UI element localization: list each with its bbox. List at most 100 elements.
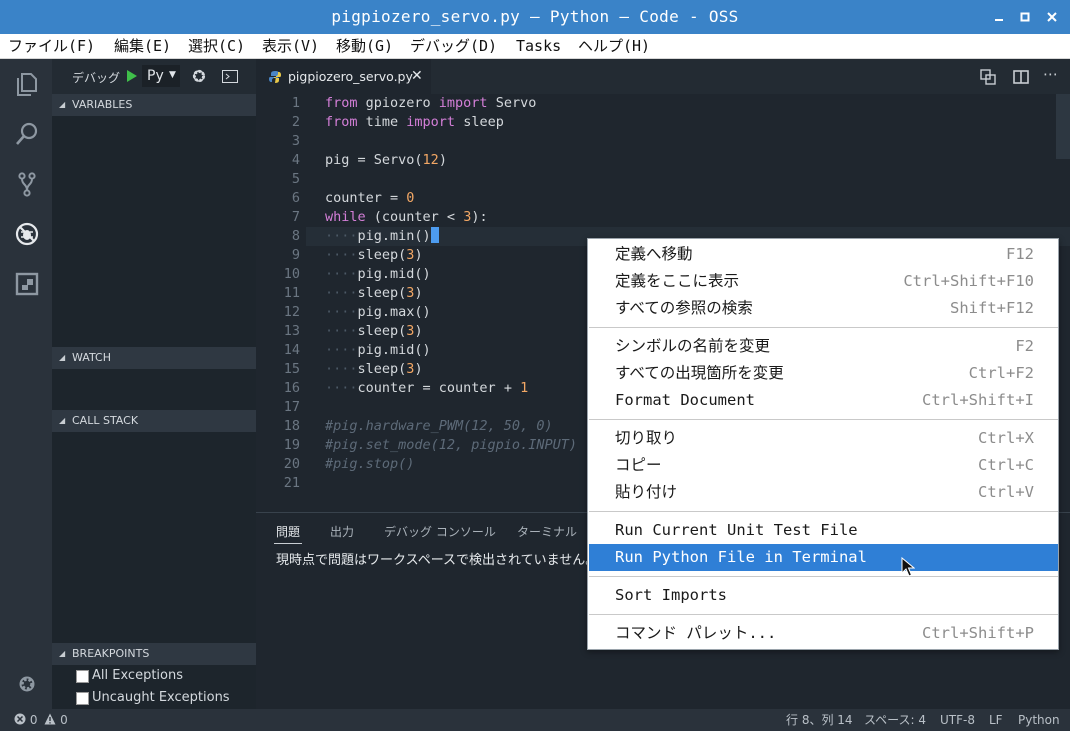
menu-debug[interactable]: デバッグ(D) xyxy=(410,34,497,58)
menu-separator xyxy=(589,327,1058,328)
code-line: ····sleep(3) xyxy=(325,323,423,339)
line-number: 18 xyxy=(283,418,300,434)
split-editor-icon xyxy=(1013,70,1029,84)
problems-message: 現時点で問題はワークスペースで検出されていません。 xyxy=(276,553,599,568)
menu-item-command-palette[interactable]: コマンド パレット... Ctrl+Shift+P xyxy=(589,620,1058,647)
menu-item-run-python-file-in-terminal[interactable]: Run Python File in Terminal xyxy=(589,544,1058,571)
menu-item-find-all-references[interactable]: すべての参照の検索 Shift+F12 xyxy=(589,295,1058,322)
watch-title: WATCH xyxy=(72,351,111,364)
code-line: ····pig.mid() xyxy=(325,342,431,358)
search-icon xyxy=(16,122,38,145)
code-line: while (counter < 3): xyxy=(325,209,488,225)
close-tab-icon[interactable]: ✕ xyxy=(411,68,423,84)
title-bar: pigpiozero_servo.py — Python — Code - OS… xyxy=(0,0,1070,34)
menu-item-peek-definition[interactable]: 定義をここに表示 Ctrl+Shift+F10 xyxy=(589,268,1058,295)
variables-section-header[interactable]: ◢ VARIABLES xyxy=(52,94,256,116)
checkbox[interactable] xyxy=(76,670,89,683)
menu-help[interactable]: ヘルプ(H) xyxy=(578,34,650,58)
maximize-icon xyxy=(1020,12,1030,22)
menu-item-copy[interactable]: コピー Ctrl+C xyxy=(589,452,1058,479)
explorer-button[interactable] xyxy=(14,71,40,97)
search-button[interactable] xyxy=(14,121,40,147)
minimize-button[interactable] xyxy=(991,9,1007,25)
line-number: 3 xyxy=(291,133,300,149)
cursor-position[interactable]: 行 8、列 14 xyxy=(786,709,853,731)
tab-debug-console[interactable]: デバッグ コンソール xyxy=(384,523,496,540)
line-number: 19 xyxy=(283,437,300,453)
line-number: 20 xyxy=(283,456,300,472)
callstack-title: CALL STACK xyxy=(72,414,139,427)
split-editor-button[interactable] xyxy=(1013,69,1029,89)
debug-view-button[interactable] xyxy=(14,221,40,247)
menu-tasks[interactable]: Tasks xyxy=(516,34,561,58)
menu-item-rename-symbol[interactable]: シンボルの名前を変更 F2 xyxy=(589,333,1058,360)
close-icon xyxy=(1047,12,1057,22)
tab-output[interactable]: 出力 xyxy=(330,523,354,540)
code-line: pig = Servo(12) xyxy=(325,152,447,168)
menu-separator xyxy=(589,614,1058,615)
chevron-down-icon: ▼ xyxy=(169,70,176,80)
activity-bar xyxy=(0,59,52,709)
menu-item-paste[interactable]: 貼り付け Ctrl+V xyxy=(589,479,1058,506)
debug-settings-button[interactable] xyxy=(191,68,207,88)
tab-terminal[interactable]: ターミナル xyxy=(517,523,577,540)
end-of-line[interactable]: LF xyxy=(989,709,1003,731)
problems-status[interactable]: 0 0 xyxy=(14,709,68,731)
menu-item-change-all-occurrences[interactable]: すべての出現箇所を変更 Ctrl+F2 xyxy=(589,360,1058,387)
debug-config-select[interactable]: Py ▼ xyxy=(142,65,180,87)
menu-item-run-unit-test-file[interactable]: Run Current Unit Test File xyxy=(589,517,1058,544)
language-mode[interactable]: Python xyxy=(1018,709,1060,731)
code-comment: #pig.set_mode(12, pigpio.INPUT) xyxy=(325,437,577,453)
menu-item-cut[interactable]: 切り取り Ctrl+X xyxy=(589,425,1058,452)
checkbox[interactable] xyxy=(76,692,89,705)
close-window-button[interactable] xyxy=(1044,9,1060,25)
menu-item-format-document[interactable]: Format Document Ctrl+Shift+I xyxy=(589,387,1058,414)
line-number: 5 xyxy=(291,171,300,187)
chevron-down-icon: ◢ xyxy=(59,100,66,109)
encoding[interactable]: UTF-8 xyxy=(940,709,975,731)
menu-item-go-to-definition[interactable]: 定義へ移動 F12 xyxy=(589,241,1058,268)
source-control-button[interactable] xyxy=(14,171,40,197)
chevron-down-icon: ◢ xyxy=(59,353,66,362)
manage-button[interactable] xyxy=(14,671,40,697)
breakpoints-title: BREAKPOINTS xyxy=(72,647,150,660)
menu-separator xyxy=(589,576,1058,577)
open-changes-button[interactable] xyxy=(980,69,996,89)
variables-title: VARIABLES xyxy=(72,98,133,111)
code-line: ····sleep(3) xyxy=(325,247,423,263)
menu-edit[interactable]: 編集(E) xyxy=(114,34,171,58)
status-bar: 0 0 行 8、列 14 スペース: 4 UTF-8 LF Python xyxy=(0,709,1070,731)
breakpoints-section-header[interactable]: ◢ BREAKPOINTS xyxy=(52,643,256,665)
menu-view[interactable]: 表示(V) xyxy=(262,34,319,58)
maximize-button[interactable] xyxy=(1017,9,1033,25)
code-line: counter = 0 xyxy=(325,190,415,206)
line-number: 1 xyxy=(291,95,300,111)
code-line: ····sleep(3) xyxy=(325,285,423,301)
code-line: from gpiozero import Servo xyxy=(325,95,537,111)
menu-file[interactable]: ファイル(F) xyxy=(8,34,95,58)
start-debugging-button[interactable] xyxy=(126,69,138,87)
terminal-icon xyxy=(222,70,238,83)
callstack-section-header[interactable]: ◢ CALL STACK xyxy=(52,410,256,432)
debug-console-button[interactable] xyxy=(222,70,238,87)
indentation[interactable]: スペース: 4 xyxy=(864,709,926,731)
tab-filename: pigpiozero_servo.py xyxy=(288,69,413,84)
menu-item-sort-imports[interactable]: Sort Imports xyxy=(589,582,1058,609)
watch-section-header[interactable]: ◢ WATCH xyxy=(52,347,256,369)
line-number: 21 xyxy=(283,475,300,491)
menu-selection[interactable]: 選択(C) xyxy=(188,34,245,58)
menu-go[interactable]: 移動(G) xyxy=(336,34,393,58)
menu-bar: ファイル(F) 編集(E) 選択(C) 表示(V) 移動(G) デバッグ(D) … xyxy=(0,34,1070,59)
context-menu: 定義へ移動 F12 定義をここに表示 Ctrl+Shift+F10 すべての参照の検… xyxy=(587,238,1059,650)
line-number: 2 xyxy=(291,114,300,130)
line-number: 14 xyxy=(283,342,300,358)
scrollbar-thumb[interactable] xyxy=(1056,94,1070,159)
tab-pigpiozero-servo[interactable]: pigpiozero_servo.py ✕ xyxy=(256,59,431,94)
extensions-icon xyxy=(15,272,39,296)
more-actions-icon[interactable]: ⋯ xyxy=(1043,65,1058,83)
tab-problems[interactable]: 問題 xyxy=(276,523,300,540)
line-number: 16 xyxy=(283,380,300,396)
line-number: 10 xyxy=(283,266,300,282)
code-line: ····pig.max() xyxy=(325,304,431,320)
extensions-button[interactable] xyxy=(14,271,40,297)
